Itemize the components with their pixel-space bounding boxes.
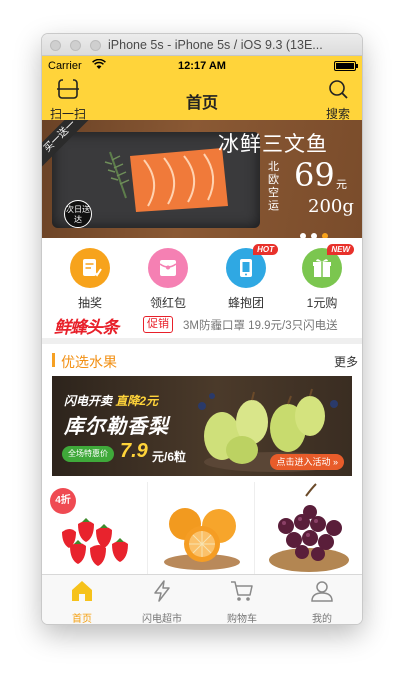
lightning-icon [149,580,175,607]
grape-image [269,483,349,572]
tab-flash-market-label: 闪电超市 [142,614,182,624]
red-envelope-icon [148,248,188,288]
profile-icon [309,581,335,607]
one-yuan-label: 1元购 [306,296,338,310]
status-bar: Carrier 12:17 AM [42,56,362,76]
promo-unit: 元/6粒 [152,450,187,464]
gift-icon: NEW [302,244,354,288]
product-card[interactable]: 4折 [42,482,148,574]
one-yuan-action[interactable]: NEW 1元购 [290,244,354,311]
red-envelope-label: 领红包 [149,296,186,310]
news-ticker[interactable]: 鲜蜂头条 促销 3M防霾口罩 19.9元/3只闪电送 [42,310,362,338]
tab-home-label: 首页 [72,614,92,624]
battery-icon [334,61,358,71]
next-day-badge: 次日送达 [64,200,92,228]
banner-title: 冰鲜三文鱼 [218,132,328,156]
search-icon [327,80,349,103]
product-grid: 4折 [42,482,362,574]
window-title: iPhone 5s - iPhone 5s / iOS 9.3 (13E... [108,38,323,52]
more-link[interactable]: 更多 [334,353,358,370]
minimize-window-button[interactable] [70,40,81,51]
lottery-action[interactable]: 抽奖 [58,248,122,311]
home-icon [69,581,95,607]
simulator-window: iPhone 5s - iPhone 5s / iOS 9.3 (13E... … [42,34,362,624]
product-card[interactable] [149,482,255,574]
discount-badge: 4折 [50,488,76,514]
section-header: 优选水果 更多 [42,344,362,374]
page-title: 首页 [185,95,218,112]
pear-promo-banner[interactable]: 闪电开卖 直降2元 库尔勒香梨 全场特惠价 7.9 元/6粒 点击进入活动 » [52,376,352,476]
tab-profile-label: 我的 [312,614,332,624]
promo-carousel[interactable]: 买一送一 次日送达 冰鲜三文鱼 北欧空运 69 元 200g [42,120,362,238]
headline-text: 3M防霾口罩 19.9元/3只闪电送 [183,320,338,332]
section-accent-bar [52,353,55,367]
group-buy-action[interactable]: HOT 蜂抱团 [214,244,278,311]
group-buy-label: 蜂抱团 [227,296,264,310]
close-window-button[interactable] [50,40,61,51]
tab-flash-market[interactable]: 闪电超市 [122,579,202,624]
clock: 12:17 AM [178,60,226,72]
hot-tag: HOT [253,244,278,255]
window-titlebar: iPhone 5s - iPhone 5s / iOS 9.3 (13E... [42,34,362,56]
red-envelope-action[interactable]: 领红包 [136,248,200,311]
promo-flash-sale: 闪电开卖 [64,394,113,408]
cart-icon [229,581,255,607]
quick-actions: 抽奖 领红包 HOT 蜂抱团 NEW 1元购 [42,238,362,310]
orange-image [164,508,240,570]
tab-cart-label: 购物车 [227,614,257,624]
tab-bar: 首页 闪电超市 购物车 我的 [42,574,362,624]
promo-product-name: 库尔勒香梨 [64,416,169,438]
zoom-window-button[interactable] [90,40,101,51]
tab-profile[interactable]: 我的 [282,579,362,624]
promo-cta-button[interactable]: 点击进入活动 » [270,454,344,470]
tab-cart[interactable]: 购物车 [202,579,282,624]
lottery-label: 抽奖 [77,296,102,310]
tab-home[interactable]: 首页 [42,579,122,624]
carousel-page-indicator[interactable] [300,226,333,238]
promo-line-1: 闪电开卖 直降2元 [64,392,158,409]
banner-weight: 200g [308,196,354,217]
banner-price-unit: 元 [336,179,347,191]
new-tag: NEW [327,244,354,255]
headline-brand-logo: 鲜蜂头条 [54,318,119,337]
banner-origin: 北欧空运 [268,160,279,212]
section-title: 优选水果 [61,354,117,370]
group-buy-icon: HOT [226,244,278,288]
navigation-bar: 扫一扫 首页 搜索 [42,76,362,122]
lottery-icon [70,248,110,288]
banner-price: 69 [294,156,335,194]
promo-discount: 直降2元 [115,394,159,408]
promo-price: 7.9 [120,440,148,462]
promo-tag: 全场特惠价 [62,446,114,462]
product-card[interactable] [256,482,362,574]
promo-tag: 促销 [143,316,173,333]
search-button[interactable]: 搜索 [320,79,356,122]
